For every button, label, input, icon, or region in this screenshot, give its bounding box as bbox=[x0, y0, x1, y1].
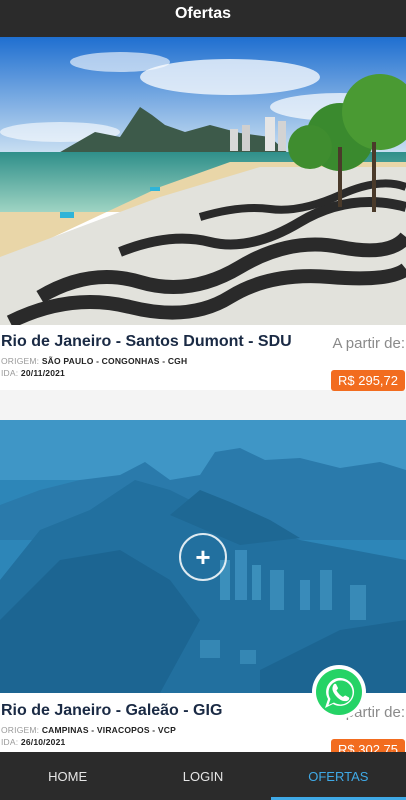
header-bar: Ofertas bbox=[0, 0, 406, 37]
offer-origin: ORIGEM: CAMPINAS - VIRACOPOS - VCP bbox=[1, 725, 176, 735]
offer-photo-ipanema bbox=[0, 37, 406, 325]
nav-login[interactable]: LOGIN bbox=[135, 752, 270, 800]
bottom-nav: HOME LOGIN OFERTAS bbox=[0, 752, 406, 800]
page-title: Ofertas bbox=[174, 4, 232, 22]
app-screen: Ofertas Rio de Janeiro - Santos Dumont -… bbox=[0, 0, 406, 800]
offer-origin: ORIGEM: SÃO PAULO - CONGONHAS - CGH bbox=[1, 356, 188, 366]
offer-date-value: 20/11/2021 bbox=[20, 368, 65, 378]
offer-date-value: 26/10/2021 bbox=[20, 737, 66, 747]
price-badge[interactable]: R$ 295,72 bbox=[331, 370, 405, 391]
offer-date: IDA: 20/11/2021 bbox=[1, 368, 65, 378]
offer-origin-value: SÃO PAULO - CONGONHAS - CGH bbox=[41, 356, 188, 366]
offer-card[interactable]: Rio de Janeiro - Santos Dumont - SDU ORI… bbox=[0, 37, 406, 391]
price-badge[interactable]: R$ 302,75 bbox=[331, 739, 405, 752]
offer-origin-value: CAMPINAS - VIRACOPOS - VCP bbox=[41, 725, 176, 735]
price-from-label: A partir de: bbox=[332, 335, 405, 352]
nav-home[interactable]: HOME bbox=[0, 752, 135, 800]
offer-photo-rio-overlay: + bbox=[0, 420, 406, 693]
offer-route: Rio de Janeiro - Galeão - GIG bbox=[1, 702, 223, 719]
nav-ofertas[interactable]: OFERTAS bbox=[270, 752, 406, 800]
offer-date: IDA: 26/10/2021 bbox=[1, 737, 66, 747]
whatsapp-icon[interactable] bbox=[311, 664, 367, 720]
offers-list[interactable]: Rio de Janeiro - Santos Dumont - SDU ORI… bbox=[0, 37, 406, 752]
offer-route: Rio de Janeiro - Santos Dumont - SDU bbox=[1, 333, 292, 350]
plus-circle-icon[interactable]: + bbox=[179, 533, 227, 581]
